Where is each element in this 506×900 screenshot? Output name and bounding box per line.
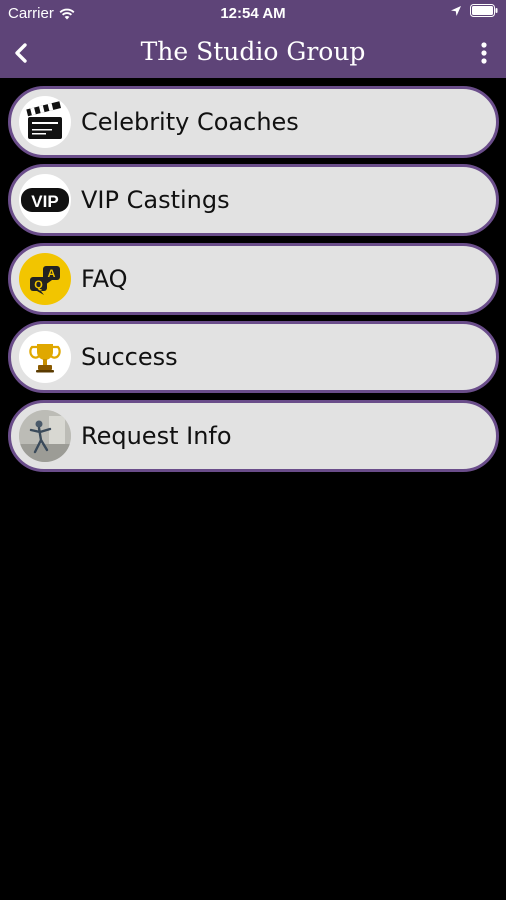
status-time: 12:54 AM: [220, 5, 286, 22]
nav-bar: The Studio Group: [0, 28, 506, 78]
svg-text:Q: Q: [34, 279, 43, 291]
back-button[interactable]: [6, 36, 36, 70]
menu-item-success[interactable]: Success: [8, 321, 499, 393]
qa-bubbles-icon: A Q: [19, 253, 71, 305]
photo-thumbnail-icon: [19, 410, 71, 462]
svg-text:A: A: [48, 268, 56, 280]
vip-icon: VIP: [19, 174, 71, 226]
vertical-ellipsis-icon: [481, 42, 487, 64]
status-bar: Carrier 12:54 AM: [0, 0, 506, 28]
menu-item-request-info[interactable]: Request Info: [8, 400, 499, 472]
menu-item-vip-castings[interactable]: VIP VIP Castings: [8, 164, 499, 236]
clapperboard-icon: [19, 96, 71, 148]
menu-item-label: Request Info: [81, 422, 232, 450]
menu-item-label: FAQ: [81, 265, 128, 293]
more-options-button[interactable]: [472, 36, 496, 70]
status-right: [450, 4, 498, 17]
menu-item-label: Success: [81, 343, 178, 371]
menu-item-label: Celebrity Coaches: [81, 108, 299, 136]
page-title: The Studio Group: [140, 37, 366, 66]
location-arrow-icon: [451, 5, 461, 16]
battery-icon: [470, 4, 498, 17]
trophy-icon: [19, 331, 71, 383]
vip-icon-text: VIP: [31, 192, 58, 211]
menu-item-celebrity-coaches[interactable]: Celebrity Coaches: [8, 86, 499, 158]
menu-item-label: VIP Castings: [81, 186, 230, 214]
chevron-left-icon: [15, 43, 27, 63]
menu-item-faq[interactable]: A Q FAQ: [8, 243, 499, 315]
